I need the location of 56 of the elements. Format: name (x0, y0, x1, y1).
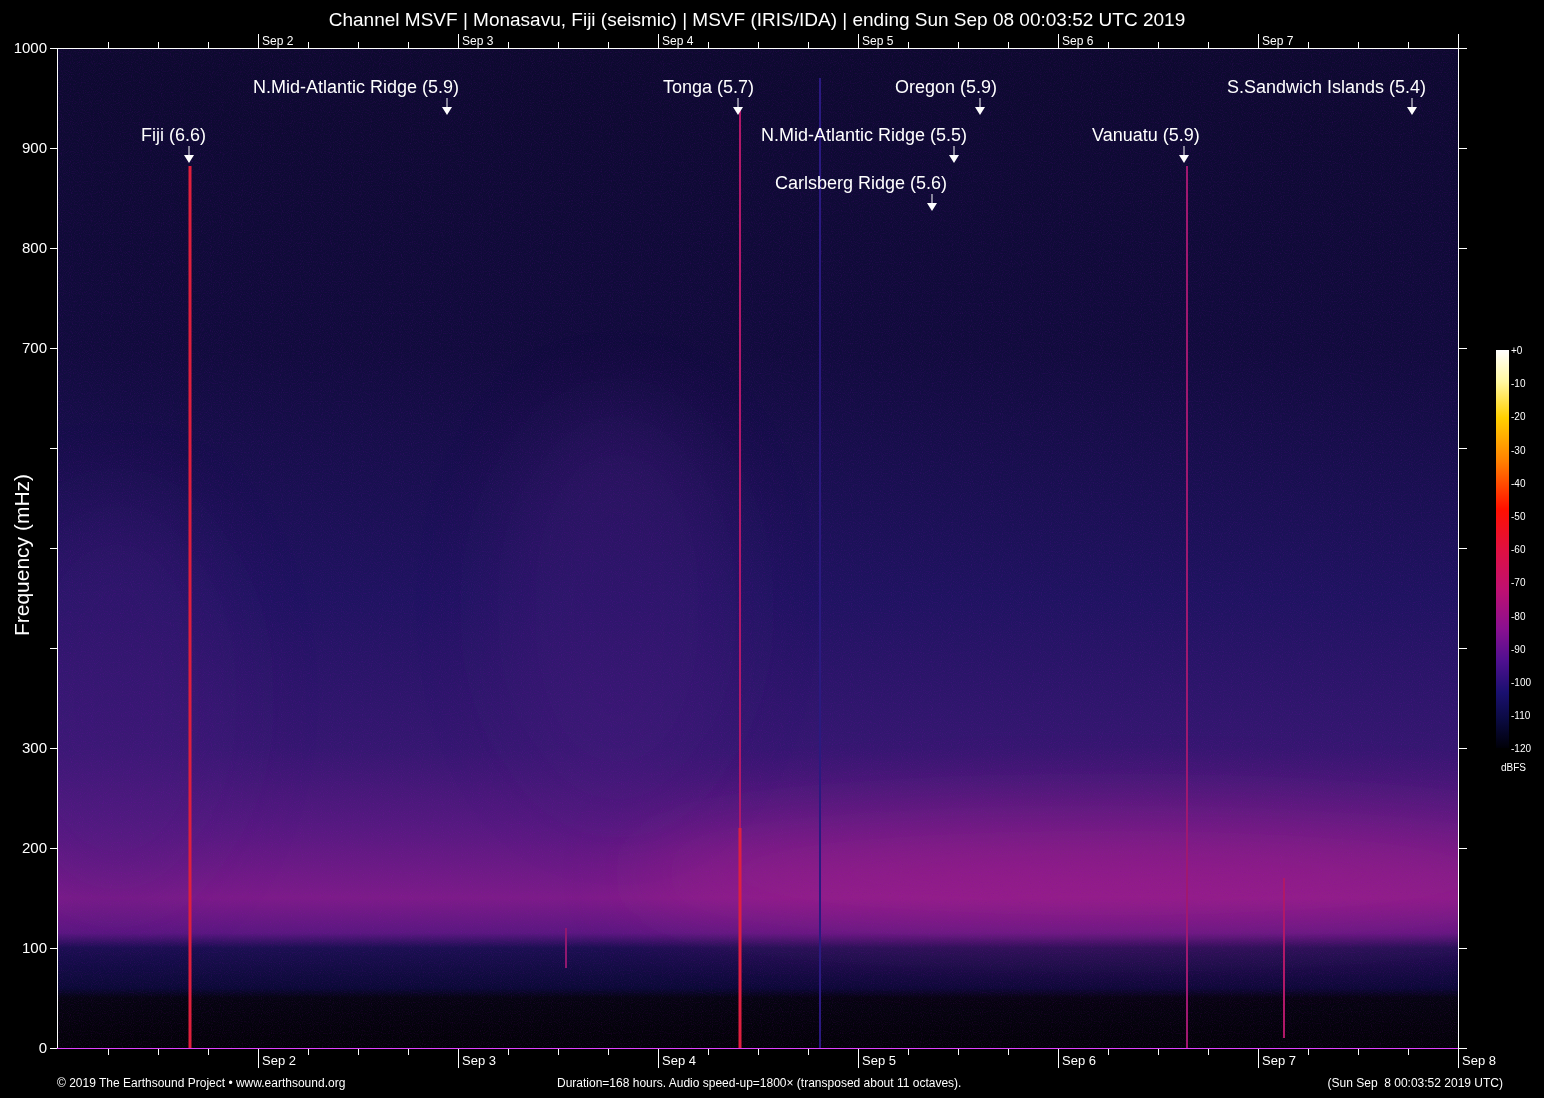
pointer-arrow (733, 97, 743, 115)
colorbar-tick-label: -60 (1511, 544, 1526, 556)
x-tick-label: Sep 2 (262, 34, 294, 48)
y-tick-label: 800 (21, 240, 47, 256)
credit-text: © 2019 The Earthsound Project • www.earthsound.org (57, 1076, 346, 1090)
y-tick-label: 700 (21, 340, 47, 356)
x-tick-label: Sep 8 (1462, 1053, 1496, 1068)
y-tick-label: 300 (21, 740, 47, 756)
x-tick-label: Sep 4 (662, 1053, 696, 1068)
colorbar-unit: dBFS (1501, 762, 1526, 773)
pointer-arrow (1407, 97, 1417, 115)
colorbar-tick-label: -70 (1511, 577, 1526, 589)
x-tick-label: Sep 2 (262, 1053, 296, 1068)
event-label: Vanuatu (5.9) (1092, 124, 1200, 146)
y-axis-title: Frequency (mHz) (10, 473, 34, 637)
pointer-arrow (975, 97, 985, 115)
colorbar-tick-label: +0 (1511, 345, 1523, 356)
x-tick-label: Sep 7 (1262, 34, 1294, 48)
y-tick-label: 1000 (13, 40, 47, 56)
x-tick-label: Sep 6 (1062, 34, 1094, 48)
y-tick-label: 200 (21, 840, 47, 856)
timestamp-text: (Sun Sep 8 00:03:52 2019 UTC) (1327, 1076, 1503, 1090)
colorbar-tick-label: -80 (1511, 610, 1526, 622)
event-label: Fiji (6.6) (141, 124, 206, 146)
event-label: N.Mid-Atlantic Ridge (5.5) (761, 124, 968, 146)
colorbar-tick-label: -110 (1511, 710, 1531, 722)
colorbar-tick-label: -120 (1511, 743, 1531, 755)
y-tick-label: 900 (21, 140, 47, 156)
pointer-arrow (1179, 145, 1189, 163)
pointer-arrow (927, 193, 937, 211)
colorbar-tick-label: -30 (1511, 444, 1526, 456)
y-tick-label: 100 (21, 940, 47, 956)
x-tick-label: Sep 4 (662, 34, 694, 48)
x-tick-label: Sep 5 (862, 34, 894, 48)
pointer-arrow (442, 97, 452, 115)
colorbar-tick-label: -50 (1511, 511, 1526, 522)
event-label: N.Mid-Atlantic Ridge (5.9) (253, 76, 460, 98)
pointer-arrow (184, 145, 194, 163)
x-tick-label: Sep 5 (862, 1053, 896, 1068)
x-tick-label: Sep 6 (1062, 1053, 1096, 1068)
chart-title: Channel MSVF | Monasavu, Fiji (seismic) | MSVF (IRIS/IDA) | ending Sun Sep 08 00:03:52 UTC 2019 (328, 9, 1186, 31)
duration-text: Duration=168 hours. Audio speed-up=1800× (transposed about 11 octaves). (557, 1076, 962, 1090)
colorbar-tick-label: -40 (1511, 477, 1526, 489)
y-tick-label: 0 (38, 1040, 47, 1056)
colorbar-tick-label: -100 (1511, 677, 1531, 688)
colorbar-tick-label: -10 (1511, 378, 1526, 390)
colorbar-tick-label: -20 (1511, 411, 1526, 423)
event-label: S.Sandwich Islands (5.4) (1227, 76, 1427, 98)
event-label: Carlsberg Ridge (5.6) (775, 172, 948, 194)
event-label: Oregon (5.9) (895, 76, 998, 98)
event-label: Tonga (5.7) (663, 76, 755, 98)
x-tick-label: Sep 7 (1262, 1053, 1296, 1068)
pointer-arrow (949, 145, 959, 163)
colorbar-tick-label: -90 (1511, 643, 1526, 655)
x-tick-label: Sep 3 (462, 34, 494, 48)
x-tick-label: Sep 3 (462, 1053, 496, 1068)
